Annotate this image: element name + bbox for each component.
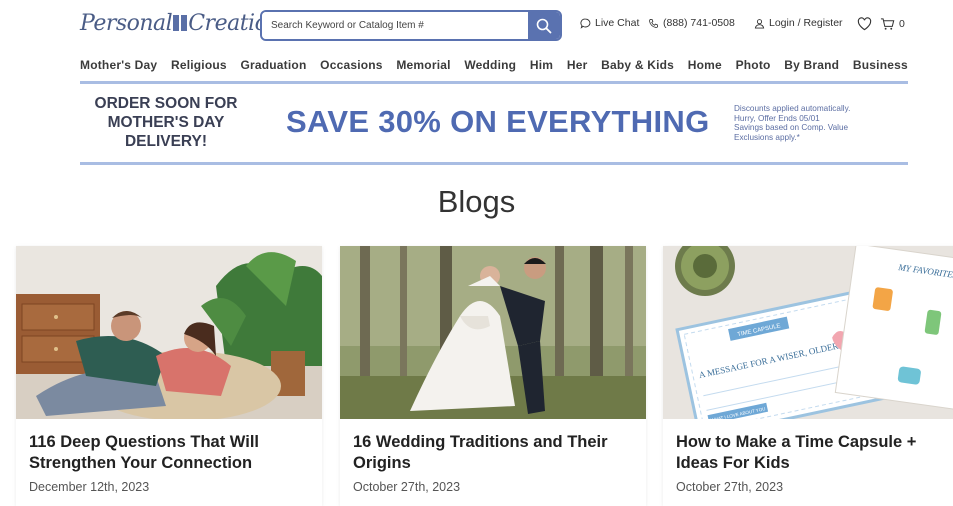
promo-left-line-1: ORDER SOON FOR xyxy=(94,95,238,112)
phone-number: (888) 741-0508 xyxy=(663,17,735,29)
nav-item-memorial[interactable]: Memorial xyxy=(396,58,450,76)
promo-order-soon: ORDER SOON FOR MOTHER'S DAY DELIVERY! xyxy=(80,94,252,151)
logo-text-personal: Personal xyxy=(80,11,173,36)
wishlist-button[interactable] xyxy=(857,17,872,31)
chat-bubble-icon xyxy=(580,18,591,29)
cart-button[interactable]: 0 xyxy=(880,17,905,31)
nav-item-religious[interactable]: Religious xyxy=(171,58,227,76)
nav-item-graduation[interactable]: Graduation xyxy=(240,58,306,76)
gift-icon xyxy=(173,15,188,31)
blog-card-image[interactable] xyxy=(340,246,646,419)
promo-fine-line-4: Exclusions apply.* xyxy=(734,132,800,142)
search-button[interactable] xyxy=(528,12,560,39)
blog-card-wedding-traditions[interactable]: 16 Wedding Traditions and Their Origins … xyxy=(340,246,646,506)
promo-fine-line-2: Hurry, Offer Ends 05/01 xyxy=(734,113,820,123)
nav-item-him[interactable]: Him xyxy=(530,58,553,76)
live-chat-label: Live Chat xyxy=(595,17,640,29)
nav-item-baby-kids[interactable]: Baby & Kids xyxy=(601,58,674,76)
nav-item-wedding[interactable]: Wedding xyxy=(464,58,516,76)
blog-card-title[interactable]: 16 Wedding Traditions and Their Origins xyxy=(353,432,638,474)
blog-card-date: October 27th, 2023 xyxy=(676,480,784,494)
nav-item-her[interactable]: Her xyxy=(567,58,588,76)
user-icon xyxy=(754,18,765,29)
blog-card-title[interactable]: How to Make a Time Capsule + Ideas For K… xyxy=(676,432,953,474)
nav-item-home[interactable]: Home xyxy=(688,58,722,76)
nav-item-photo[interactable]: Photo xyxy=(736,58,771,76)
blog-card-image[interactable] xyxy=(16,246,322,419)
blog-card-deep-questions[interactable]: 116 Deep Questions That Will Strengthen … xyxy=(16,246,322,506)
blog-card-title[interactable]: 116 Deep Questions That Will Strengthen … xyxy=(29,432,314,474)
blog-card-date: December 12th, 2023 xyxy=(29,480,150,494)
nav-item-by-brand[interactable]: By Brand xyxy=(784,58,839,76)
page-title: Blogs xyxy=(437,184,516,219)
phone-link[interactable]: (888) 741-0508 xyxy=(648,17,735,29)
live-chat-link[interactable]: Live Chat xyxy=(580,17,639,29)
promo-left-line-2: MOTHER'S DAY xyxy=(107,114,225,131)
search-bar xyxy=(260,10,562,41)
heart-icon xyxy=(857,17,872,31)
nav-item-business[interactable]: Business xyxy=(853,58,908,76)
blog-card-date: October 27th, 2023 xyxy=(353,480,461,494)
nav-item-mothers-day[interactable]: Mother's Day xyxy=(80,58,157,76)
login-register-link[interactable]: Login / Register xyxy=(754,17,843,29)
promo-left-line-3: DELIVERY! xyxy=(124,133,208,150)
site-header: PersonalCreations Live Chat (888) 741-05… xyxy=(0,0,953,50)
promo-headline: SAVE 30% ON EVERYTHING xyxy=(286,104,710,139)
search-icon xyxy=(536,18,552,33)
promo-banner[interactable]: ORDER SOON FOR MOTHER'S DAY DELIVERY! SA… xyxy=(80,81,908,165)
login-register-label: Login / Register xyxy=(769,17,843,29)
promo-fine-print: Discounts applied automatically. Hurry, … xyxy=(734,104,850,142)
cart-icon xyxy=(880,18,895,30)
blog-card-time-capsule[interactable]: TIME CAPSULE A MESSAGE FOR A WISER, OLDE… xyxy=(663,246,953,506)
phone-icon xyxy=(649,18,659,28)
blog-card-image[interactable]: TIME CAPSULE A MESSAGE FOR A WISER, OLDE… xyxy=(663,246,953,419)
wedding-couple-forest-photo xyxy=(340,246,646,419)
search-input[interactable] xyxy=(262,12,530,39)
cart-count: 0 xyxy=(899,18,905,30)
nav-item-occasions[interactable]: Occasions xyxy=(320,58,383,76)
promo-fine-line-3: Savings based on Comp. Value xyxy=(734,123,849,132)
promo-fine-line-1: Discounts applied automatically. xyxy=(734,104,851,113)
main-navigation: Mother's Day Religious Graduation Occasi… xyxy=(80,58,908,76)
time-capsule-printable-photo: TIME CAPSULE A MESSAGE FOR A WISER, OLDE… xyxy=(663,246,953,419)
couple-on-beanbag-photo xyxy=(16,246,322,419)
